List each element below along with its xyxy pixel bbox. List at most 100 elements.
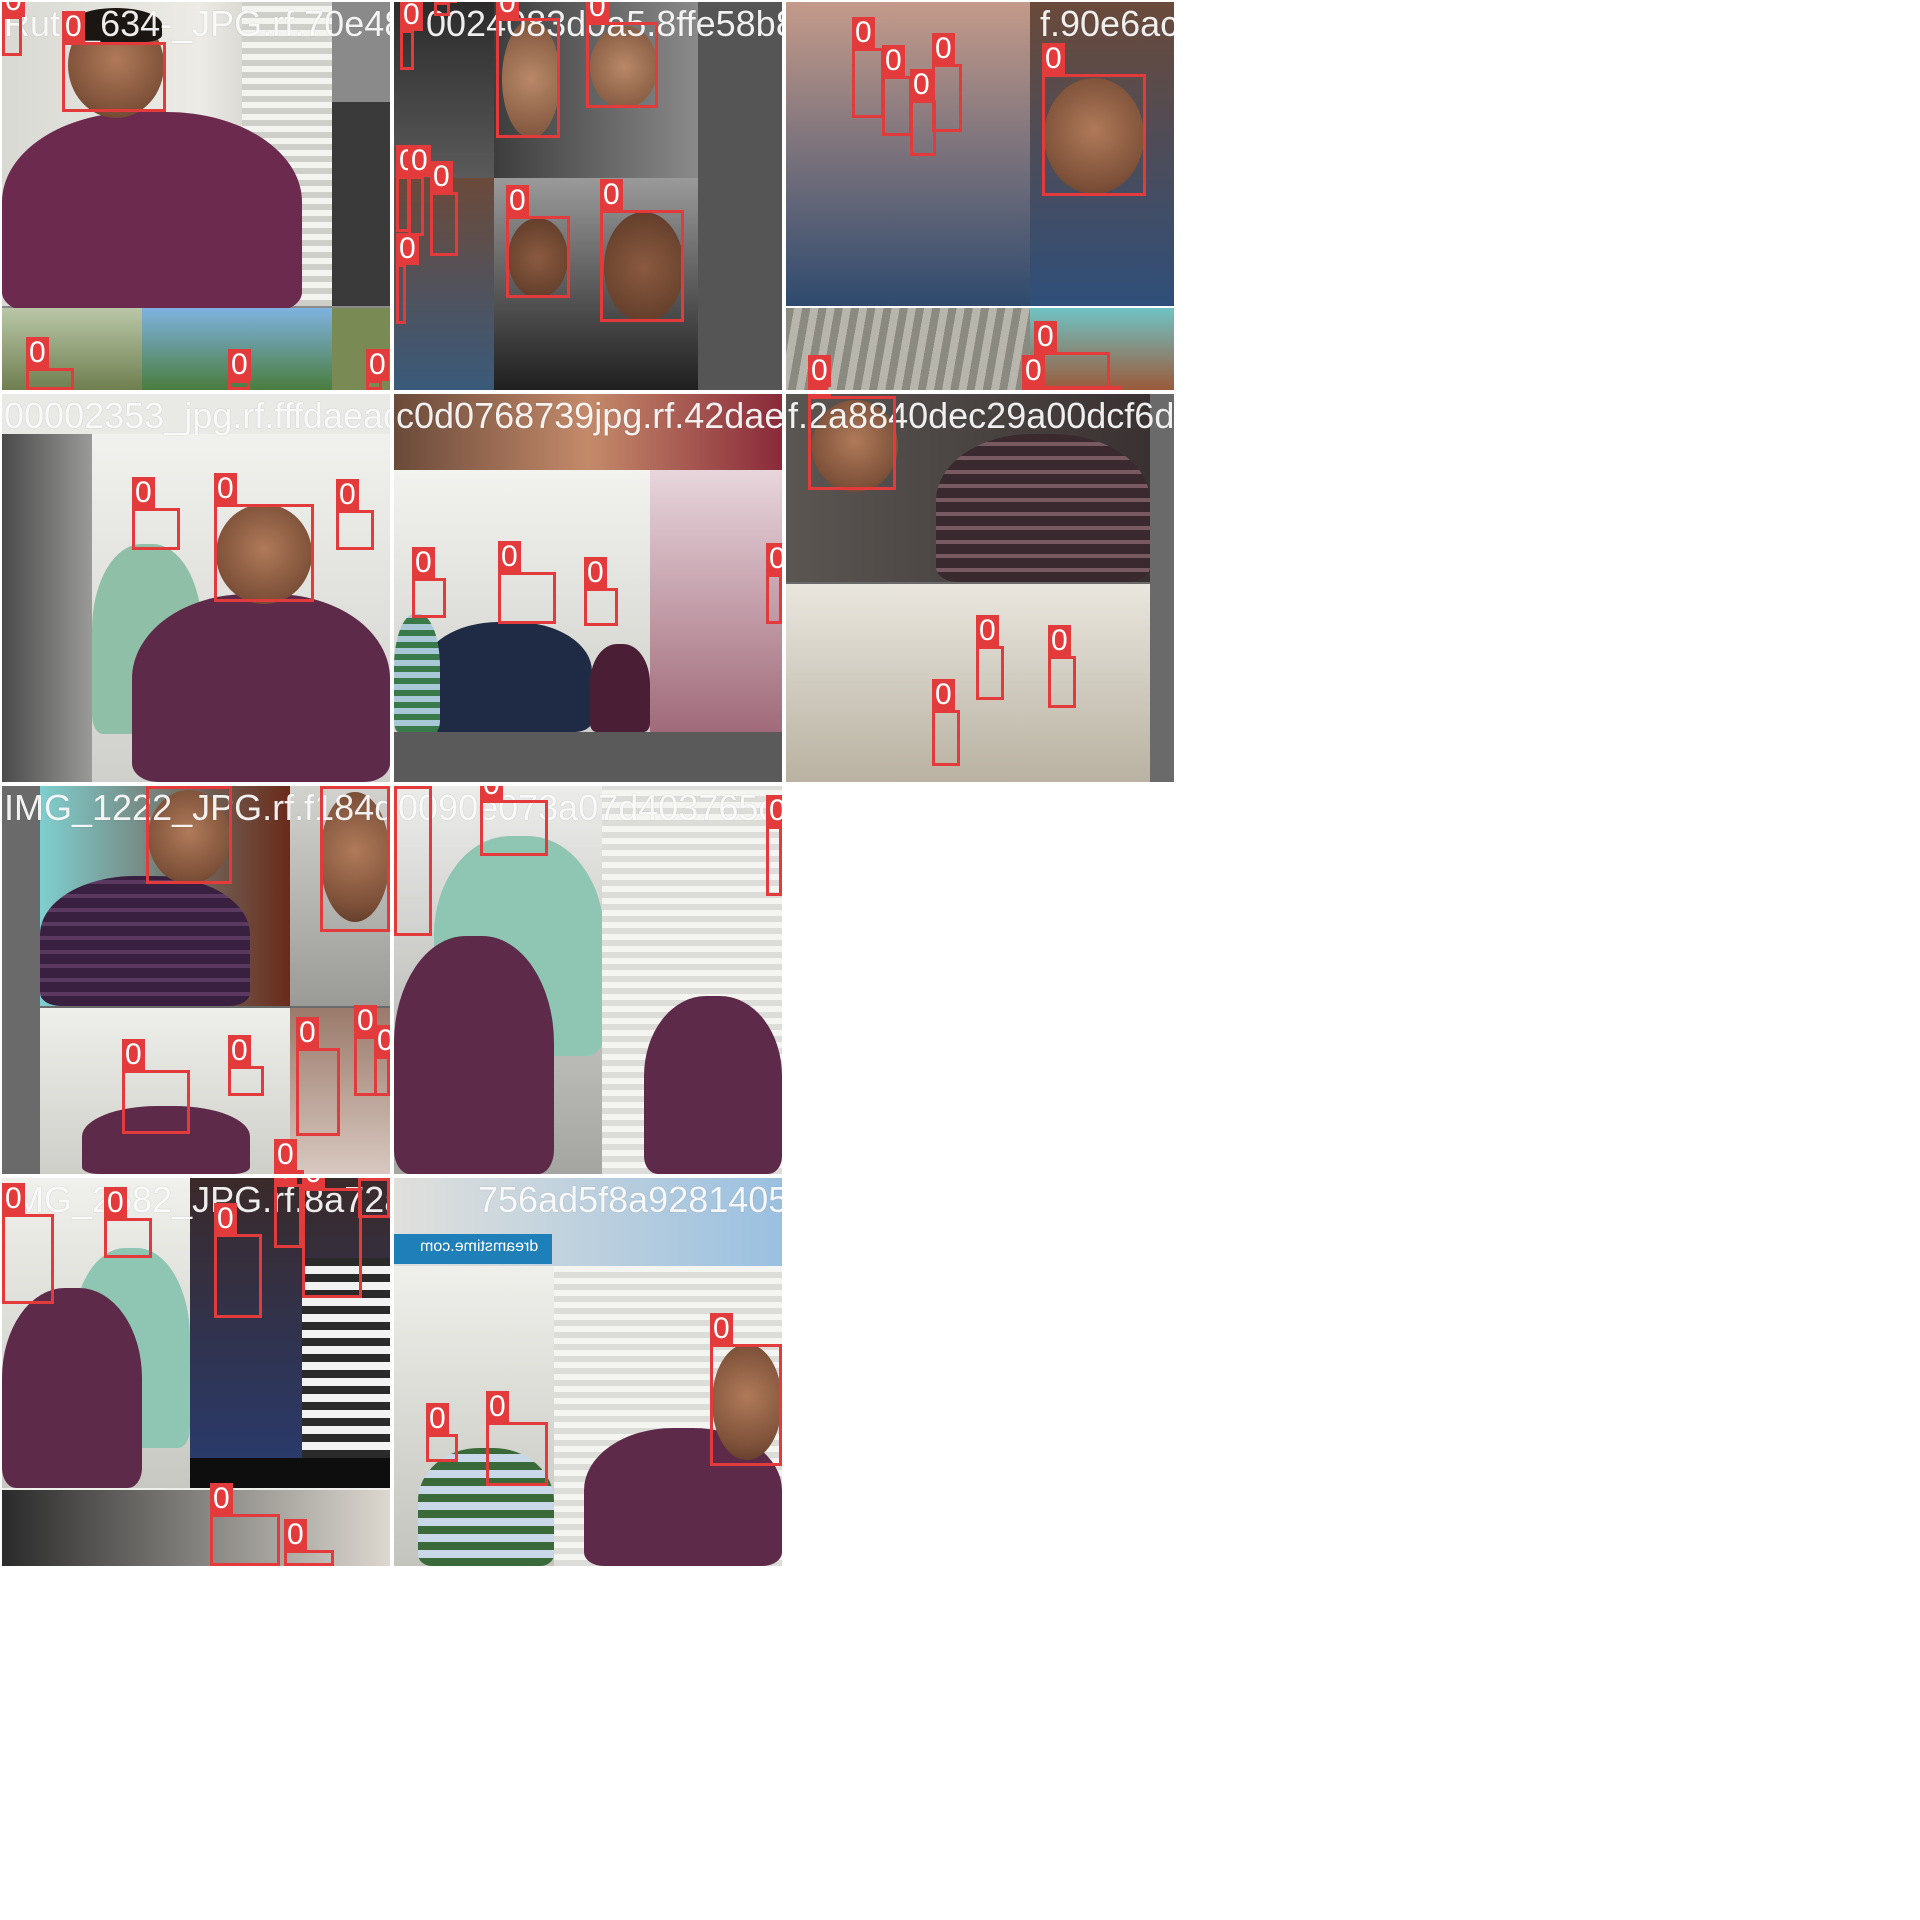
mosaic-tile-6: f.2a8840dec29a00dcf6dd48422b85cb091 0 0 …	[786, 394, 1174, 782]
detection-box: 0	[214, 1203, 262, 1318]
detection-label: 0	[228, 349, 251, 381]
detection-box: 0	[358, 1178, 390, 1218]
detection-label: 0	[302, 1178, 325, 1189]
detection-box: 0	[284, 1519, 334, 1566]
striped-jersey-body	[936, 434, 1150, 582]
detection-label: 0	[274, 1139, 297, 1171]
detection-label: 0	[932, 679, 955, 711]
detection-box: 0	[396, 233, 419, 324]
detection-label: 0	[104, 1187, 127, 1219]
detection-box: 0	[400, 2, 423, 70]
detection-box: 0	[976, 615, 1004, 700]
detection-label: 0	[412, 547, 435, 579]
mosaic-tile-8: 0090e073a07d403765c365d75f6a2e1f95a3 0 0…	[394, 786, 782, 1174]
detection-box: 0	[228, 1035, 264, 1096]
tile-title: 00002353_jpg.rf.fffdaead8ae	[4, 395, 390, 436]
detection-box: 0	[1022, 355, 1122, 390]
detection-label: 0	[434, 2, 457, 3]
detection-label: 0	[62, 11, 85, 43]
detection-label: 0	[710, 1313, 733, 1345]
detection-label: 0	[586, 2, 609, 23]
detection-box: 0	[882, 45, 912, 136]
detection-label: 0	[480, 786, 503, 801]
detection-label: 0	[496, 2, 519, 19]
detection-box: 0	[366, 349, 389, 390]
purple-shirt-body	[2, 112, 302, 312]
detection-box: 0	[274, 1139, 304, 1174]
detection-label: 0	[214, 1203, 237, 1235]
detection-box: 0	[122, 1039, 190, 1134]
detection-label: 0	[320, 786, 343, 787]
detection-label: 0	[882, 45, 905, 77]
detection-box: 0	[434, 2, 457, 16]
detection-label: 0	[506, 185, 529, 217]
detection-label: 0	[146, 786, 169, 787]
detection-box: 0	[430, 161, 458, 256]
purple-shirt-body	[394, 936, 554, 1174]
detection-box: 0	[710, 1313, 782, 1466]
detection-label: 0	[1042, 43, 1065, 75]
detection-box: 0	[932, 33, 962, 132]
detection-box: 0	[62, 11, 166, 112]
detection-box: 0	[932, 679, 960, 766]
mosaic-tile-10: 756ad5f8a9281405c60c5573f dreamstime.com…	[394, 1178, 782, 1566]
detection-box: 0	[584, 557, 618, 626]
detection-box: 0	[2, 1183, 54, 1304]
detection-label: 0	[430, 161, 453, 193]
tile-title: c0d0768739jpg.rf.42daea766	[396, 395, 782, 436]
detection-box: 0	[104, 1187, 152, 1258]
tile-title: 756ad5f8a9281405c60c5573f	[478, 1179, 782, 1220]
detection-box: 0	[426, 1403, 458, 1462]
detection-box: 0	[486, 1391, 548, 1486]
detection-label: 0	[766, 543, 782, 575]
detection-label: 0	[374, 1025, 390, 1057]
photo-region-left-person	[2, 434, 92, 782]
detection-label: 0	[976, 615, 999, 647]
detection-label: 0	[498, 541, 521, 573]
detection-box: 0	[214, 473, 314, 602]
detection-box: 0	[210, 1483, 280, 1566]
striped-shirt-body	[394, 614, 440, 732]
detection-box: 0	[132, 477, 180, 550]
mosaic-tile-4: 00002353_jpg.rf.fffdaead8ae 0 0 0	[2, 394, 390, 782]
detection-label: 0	[1034, 321, 1057, 353]
detection-label: 0	[910, 69, 933, 101]
detection-label: 0	[584, 557, 607, 589]
detection-label: 0	[358, 1178, 381, 1179]
photo-region-kids-trees	[786, 584, 1150, 782]
detection-box: 0	[808, 394, 896, 490]
purple-shirt-body	[644, 996, 782, 1174]
detection-box: 0	[496, 2, 560, 138]
purple-shirt-body	[132, 594, 390, 782]
detection-box: 0	[1042, 43, 1146, 196]
detection-label: 0	[336, 479, 359, 511]
detection-box: 0	[506, 185, 570, 298]
detection-box: 0	[600, 179, 684, 322]
photo-region-dark-shoulder	[332, 102, 390, 306]
detection-box: 0	[852, 17, 884, 118]
detection-box: 0	[374, 1025, 390, 1096]
tile-title: f.90e6ac26ea0db36fb9ac26d8	[1040, 3, 1174, 44]
detection-box: 0	[394, 786, 432, 936]
mosaic-tile-1: Ruth_634-_JPG.rf.70e489620024083d0a5.8ff…	[2, 2, 390, 390]
detection-label: 0	[2, 2, 25, 17]
photo-region-flowers	[650, 470, 782, 732]
detection-label: 0	[400, 2, 423, 31]
detection-label: 0	[2, 1183, 25, 1215]
detection-label: 0	[932, 33, 955, 65]
detection-label: 0	[228, 1035, 251, 1067]
detection-label: 0	[274, 1178, 297, 1185]
navy-shirt-body	[422, 622, 592, 732]
detection-box: 0	[412, 547, 446, 618]
detection-label: 0	[122, 1039, 145, 1071]
detection-box: 0	[480, 786, 548, 856]
detection-label: 0	[366, 349, 389, 381]
detection-box: 0	[296, 1017, 340, 1136]
detection-label: 0	[808, 355, 831, 387]
detection-box: 0	[766, 543, 782, 624]
mosaic-tile-2: 0024083d0a5.8ffe58b8af60 0 0 0 0 0 0 0 0…	[394, 2, 782, 390]
detection-label: 0	[296, 1017, 319, 1049]
detection-box: 0	[408, 145, 431, 236]
detection-label: 0	[26, 337, 49, 369]
detection-box: 0	[146, 786, 232, 884]
